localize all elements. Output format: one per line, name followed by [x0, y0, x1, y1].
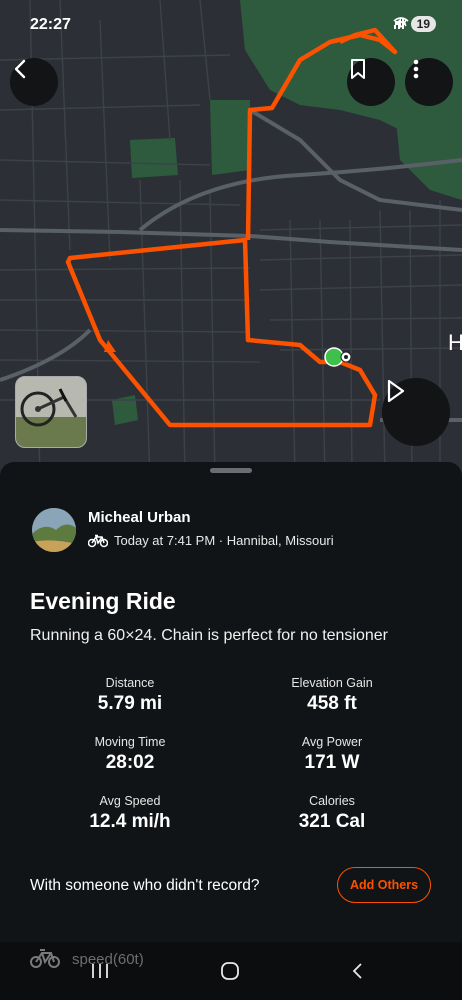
stat-avg-speed: Avg Speed 12.4 mi/h	[30, 794, 230, 833]
status-icons: 19	[393, 16, 436, 32]
stat-label: Avg Power	[301, 735, 363, 749]
bookmark-button[interactable]	[347, 58, 395, 106]
activity-description: Running a 60×24. Chain is perfect for no…	[30, 627, 389, 644]
battery-indicator: 19	[410, 16, 436, 32]
stat-value: 171 W	[304, 752, 360, 773]
stat-label: Elevation Gain	[291, 676, 373, 690]
stat-value: 321 Cal	[298, 811, 366, 832]
activity-meta: Today at 7:41 PM · Hannibal, Missouri	[88, 533, 334, 548]
play-icon	[387, 379, 405, 403]
recent-apps-button[interactable]	[80, 956, 120, 986]
stat-label: Distance	[105, 676, 155, 690]
more-options-button[interactable]	[405, 58, 453, 106]
stat-label: Avg Speed	[99, 794, 161, 808]
stat-value: 5.79 mi	[97, 693, 163, 714]
stat-avg-power: Avg Power 171 W	[232, 735, 432, 774]
more-vertical-icon	[413, 59, 419, 79]
stat-label: Moving Time	[94, 735, 166, 749]
bike-icon	[88, 534, 108, 547]
start-marker	[324, 347, 344, 367]
recents-icon	[92, 964, 108, 978]
stat-moving-time: Moving Time 28:02	[30, 735, 230, 774]
avatar[interactable]	[32, 508, 76, 552]
stat-elevation-gain: Elevation Gain 458 ft	[232, 676, 432, 715]
stat-value: 12.4 mi/h	[89, 811, 171, 832]
add-others-prompt: With someone who didn't record?	[30, 877, 260, 894]
stat-distance: Distance 5.79 mi	[30, 676, 230, 715]
activity-detail-sheet[interactable]: Micheal Urban Today at 7:41 PM · Hanniba…	[0, 462, 462, 942]
system-navigation-bar	[0, 942, 462, 1000]
stat-calories: Calories 321 Cal	[232, 794, 432, 833]
activity-title: Evening Ride	[30, 588, 176, 614]
chevron-left-icon	[14, 59, 26, 79]
status-time: 22:27	[30, 16, 71, 33]
avatar-image	[32, 508, 76, 552]
home-icon	[221, 962, 239, 980]
athlete-name[interactable]: Micheal Urban	[88, 509, 191, 526]
back-button[interactable]	[10, 58, 58, 106]
bookmark-icon	[351, 59, 365, 79]
stat-value: 458 ft	[307, 693, 357, 714]
sheet-drag-handle[interactable]	[210, 468, 252, 473]
stat-value: 28:02	[105, 752, 155, 773]
back-arrow-icon	[352, 963, 362, 979]
bike-photo	[16, 377, 86, 447]
home-button[interactable]	[210, 956, 250, 986]
play-flyover-button[interactable]	[382, 378, 450, 446]
map-label: H	[448, 330, 462, 355]
activity-photo-thumbnail[interactable]	[15, 376, 87, 448]
status-bar: 22:27 19	[0, 0, 462, 52]
add-others-button[interactable]: Add Others	[337, 867, 431, 903]
system-back-button[interactable]	[338, 956, 378, 986]
stat-label: Calories	[309, 794, 355, 808]
activity-meta-text: Today at 7:41 PM · Hannibal, Missouri	[114, 533, 334, 548]
route-map[interactable]: H 22:27 19	[0, 0, 462, 480]
